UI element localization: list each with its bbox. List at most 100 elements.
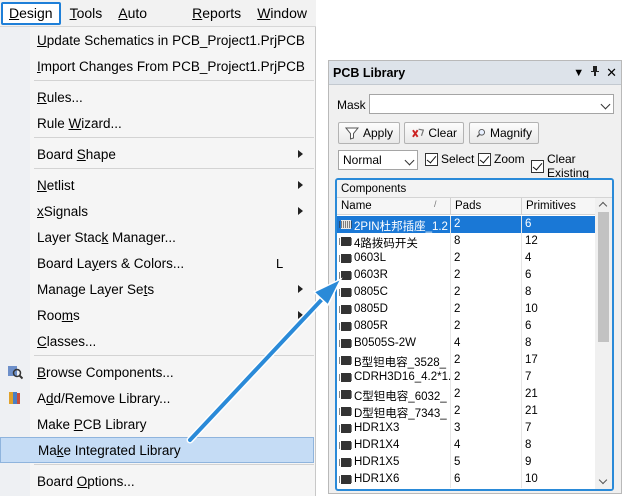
panel-menu-icon[interactable]: ▼ [573,61,584,85]
clear-button[interactable]: Clear [404,122,464,144]
chevron-down-icon[interactable] [404,155,415,166]
menubar-item-reports[interactable]: Reports [185,2,248,25]
menubar-item-window[interactable]: Window [250,2,314,25]
clear-label: Clear [428,126,457,140]
menu-item-make-pcb-library[interactable]: Make PCB Library [0,411,314,437]
menubar-item-tools[interactable]: Tools [63,2,110,25]
column-name[interactable]: Name [341,200,372,212]
component-name: D型钽电容_7343_ [354,408,447,420]
menu-item-manage-layer-sets[interactable]: Manage Layer Sets [0,276,314,302]
table-row[interactable]: HDR1X6 6 10 [337,471,595,488]
select-checkbox[interactable]: Select [425,152,474,166]
close-icon[interactable]: ✕ [606,61,617,85]
menu-item-update-schematics[interactable]: Update Schematics in PCB_Project1.PrjPCB [0,27,314,53]
table-row[interactable]: 0603L 2 4 [337,250,595,267]
checkbox-checked-icon[interactable] [531,159,544,173]
menu-item-label: Browse Components... [37,364,174,380]
table-row[interactable]: D型钽电容_7343_ 2 21 [337,403,595,420]
chevron-down-icon[interactable] [600,99,611,110]
table-row[interactable]: 0805C 2 8 [337,284,595,301]
component-pads: 3 [454,422,461,434]
column-primitives[interactable]: Primitives [526,200,576,212]
component-pads: 4 [454,337,461,349]
zoom-checkbox[interactable]: Zoom [478,152,525,166]
menu-item-label: xSignals [37,203,89,219]
menu-item-label: Import Changes From PCB_Project1.PrjPCB [37,58,305,74]
magnify-label: Magnify [489,126,532,140]
pin-icon[interactable] [590,61,600,85]
component-pads: 2 [454,371,461,383]
menu-item-board-shape[interactable]: Board Shape [0,141,314,167]
menu-item-rooms[interactable]: Rooms [0,302,314,328]
component-name: 4路拨码开关 [354,238,418,250]
table-row[interactable]: 0805D 2 10 [337,301,595,318]
component-name: 0805R [354,320,388,332]
menu-item-netlist[interactable]: Netlist [0,172,314,198]
design-menu: Update Schematics in PCB_Project1.PrjPCB… [0,27,316,496]
checkbox-checked-icon[interactable] [478,152,491,166]
menu-item-label: Make PCB Library [37,416,147,432]
menu-item-board-layers-colors[interactable]: Board Layers & Colors... L [0,250,314,276]
filter-mode-select[interactable]: Normal [338,150,418,170]
components-scrollbar[interactable] [595,198,612,489]
component-pads: 5 [454,456,461,468]
menu-item-make-integrated-library[interactable]: Make Integrated Library [0,437,314,463]
table-row[interactable]: CDRH3D16_4.2*1.8 2 7 [337,369,595,386]
component-pads: 6 [454,473,461,485]
menu-item-label: Board Layers & Colors... [37,255,185,271]
table-row[interactable]: B型钽电容_3528_ 2 17 [337,352,595,369]
component-primitives: 10 [525,473,538,485]
menubar-item-auto-route[interactable]: Auto Route [111,2,183,42]
menu-item-board-options[interactable]: Board Options... [0,468,314,494]
component-name: 0805C [354,286,388,298]
zoom-label: Zoom [494,152,525,166]
menu-item-rules[interactable]: Rules... [0,84,314,110]
menu-item-rule-wizard[interactable]: Rule Wizard... [0,110,314,136]
scrollbar-thumb[interactable] [598,212,609,342]
menu-item-xsignals[interactable]: xSignals [0,198,314,224]
table-row[interactable]: HDR1X3 3 7 [337,420,595,437]
component-primitives: 9 [525,456,532,468]
submenu-arrow-icon [298,150,303,158]
table-row[interactable]: 2PIN杜邦插座_1.2 2 6 [337,216,595,233]
menu-item-classes[interactable]: Classes... [0,328,314,354]
menu-item-browse-components[interactable]: Browse Components... [0,359,314,385]
table-row[interactable]: 0805R 2 6 [337,318,595,335]
magnify-button[interactable]: Magnify [469,122,539,144]
menu-item-label: Classes... [37,333,97,349]
components-group: Components Name / Pads Primitives 2PIN杜邦… [335,178,614,491]
menu-item-import-changes[interactable]: Import Changes From PCB_Project1.PrjPCB [0,53,314,79]
column-pads[interactable]: Pads [455,200,481,212]
clear-existing-checkbox[interactable]: Clear Existing [531,152,621,180]
submenu-arrow-icon [298,311,303,319]
scroll-down-icon[interactable] [598,475,608,485]
menu-item-label: Update Schematics in PCB_Project1.PrjPCB [37,32,305,48]
menubar-item-design[interactable]: Design [1,1,61,25]
menu-item-label: Netlist [37,177,75,193]
component-pads: 2 [454,252,461,264]
table-row[interactable]: C型钽电容_6032_ 2 21 [337,386,595,403]
component-primitives: 6 [525,269,532,281]
table-row[interactable]: 4路拨码开关 8 12 [337,233,595,250]
apply-button[interactable]: Apply [338,122,400,144]
submenu-arrow-icon [298,207,303,215]
component-name: HDR1X4 [354,439,400,451]
menu-item-layer-stack-manager[interactable]: Layer Stack Manager... [0,224,314,250]
component-name: B0505S-2W [354,337,417,349]
component-icon [339,254,353,263]
mask-input[interactable] [369,94,614,114]
component-icon [339,271,353,280]
table-row[interactable]: HDR1X5 5 9 [337,454,595,471]
component-pads: 4 [454,439,461,451]
component-primitives: 7 [525,422,532,434]
table-row[interactable]: B0505S-2W 4 8 [337,335,595,352]
menu-separator [34,355,314,356]
submenu-arrow-icon [298,285,303,293]
mask-label: Mask [337,98,366,112]
scroll-up-icon[interactable] [598,201,608,211]
table-row[interactable]: HDR1X4 4 8 [337,437,595,454]
checkbox-checked-icon[interactable] [425,152,438,166]
table-row[interactable]: 0603R 2 6 [337,267,595,284]
component-name: HDR1X3 [354,422,400,434]
menu-item-add-remove-library[interactable]: Add/Remove Library... [0,385,314,411]
